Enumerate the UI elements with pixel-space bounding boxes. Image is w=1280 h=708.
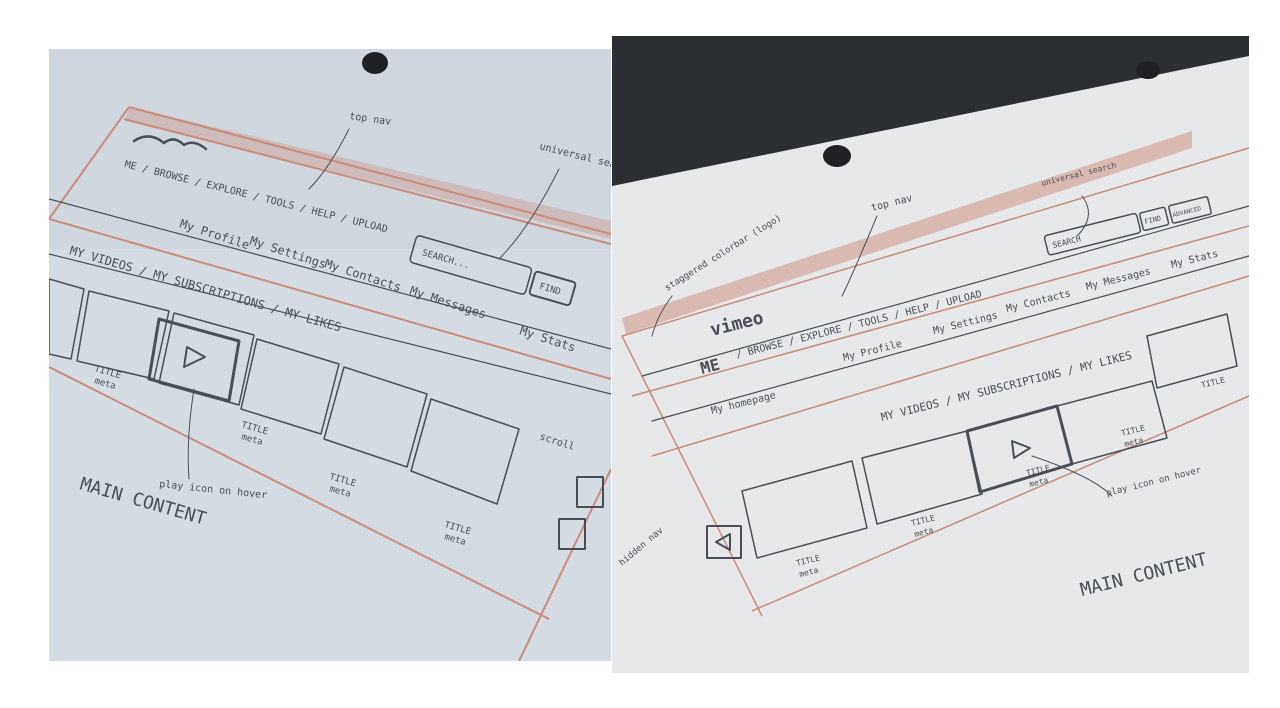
sketch-left-canvas: ME / BROWSE / EXPLORE / TOOLS / HELP / U…	[49, 49, 611, 661]
punch-hole	[823, 145, 851, 167]
punch-hole	[362, 52, 388, 74]
sketch-right-canvas: vimeo ME / BROWSE / EXPLORE / TOOLS / HE…	[612, 36, 1249, 673]
sketch-photo-left: ME / BROWSE / EXPLORE / TOOLS / HELP / U…	[49, 49, 611, 661]
punch-hole	[1136, 61, 1160, 79]
sketch-photo-right: vimeo ME / BROWSE / EXPLORE / TOOLS / HE…	[612, 36, 1249, 673]
